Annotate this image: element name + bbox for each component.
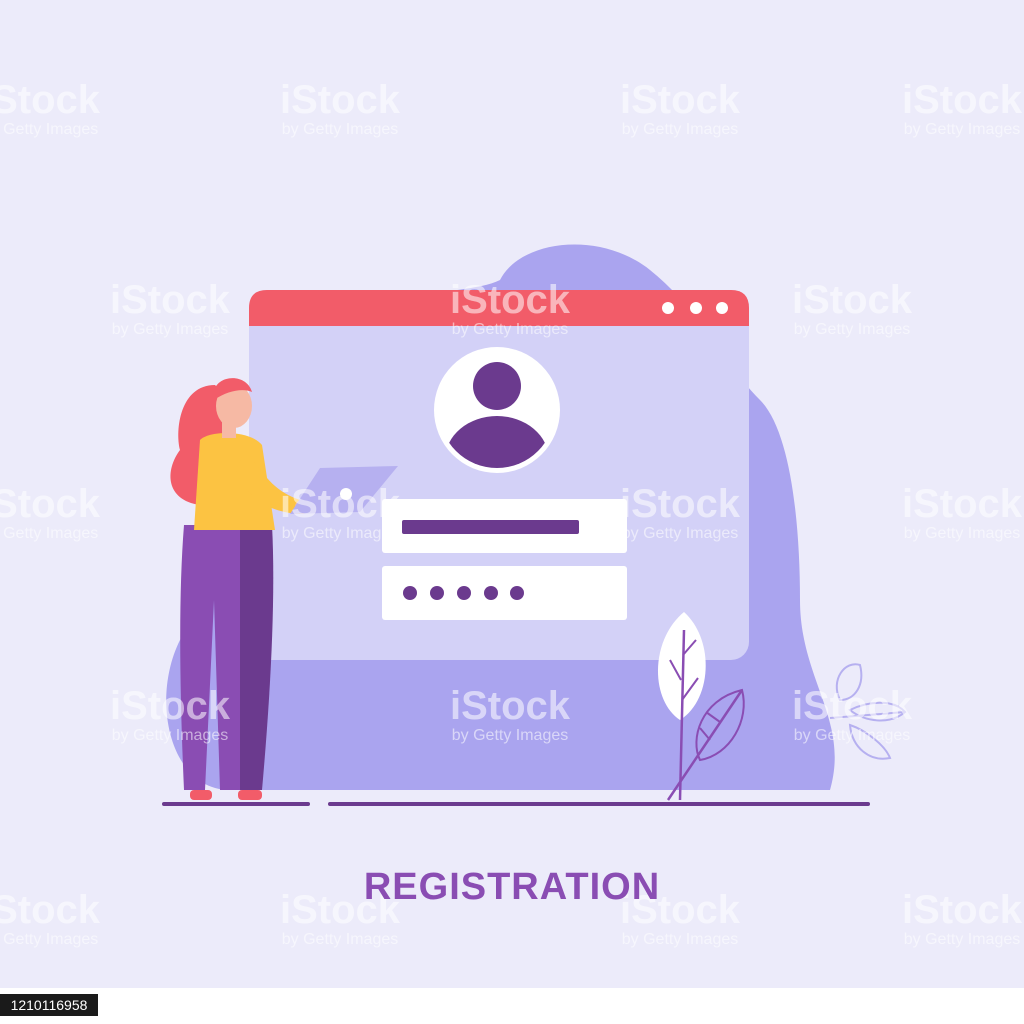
window-dot-icon[interactable] xyxy=(662,302,674,314)
window-dot-icon[interactable] xyxy=(690,302,702,314)
ground-line-left xyxy=(162,802,310,806)
password-field[interactable] xyxy=(382,566,627,620)
username-field[interactable] xyxy=(382,499,627,553)
username-text-bar xyxy=(402,520,579,534)
image-id-label: 1210116958 xyxy=(0,994,98,1016)
ground-line-right xyxy=(328,802,870,806)
bottom-bar xyxy=(0,988,1024,1024)
window-dot-icon[interactable] xyxy=(716,302,728,314)
caption-title: REGISTRATION xyxy=(363,866,661,908)
